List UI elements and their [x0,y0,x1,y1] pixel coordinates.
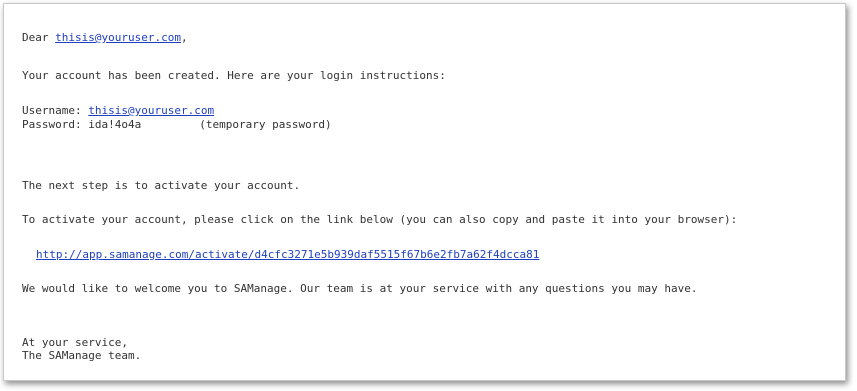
intro-text: Your account has been created. Here are … [22,69,446,82]
signoff-line-2: The SAManage team. [22,349,142,362]
greeting-line: Dear thisis@youruser.com, [22,31,188,44]
greeting-email-link[interactable]: thisis@youruser.com [55,31,181,44]
welcome-text: We would like to welcome you to SAManage… [22,282,698,295]
password-note: (temporary password) [199,118,332,131]
email-frame: Dear thisis@youruser.com, Your account h… [3,3,846,381]
greeting-prefix: Dear [22,31,56,44]
next-step-text: The next step is to activate your accoun… [22,179,301,192]
password-line: Password: ida!4o4a (temporary password) [22,118,332,131]
activation-link[interactable]: http://app.samanage.com/activate/d4cfc32… [36,248,539,261]
username-label: Username: [22,104,89,117]
password-value: ida!4o4a [88,118,142,131]
username-email-link[interactable]: thisis@youruser.com [88,104,214,117]
activate-instructions-text: To activate your account, please click o… [22,213,738,226]
email-body: Dear thisis@youruser.com, Your account h… [4,4,847,382]
greeting-suffix: , [180,31,188,44]
signoff-line-1: At your service, [22,336,128,349]
username-line: Username: thisis@youruser.com [22,104,214,117]
activation-link-line: http://app.samanage.com/activate/d4cfc32… [36,248,539,261]
password-label: Password: [22,118,89,131]
